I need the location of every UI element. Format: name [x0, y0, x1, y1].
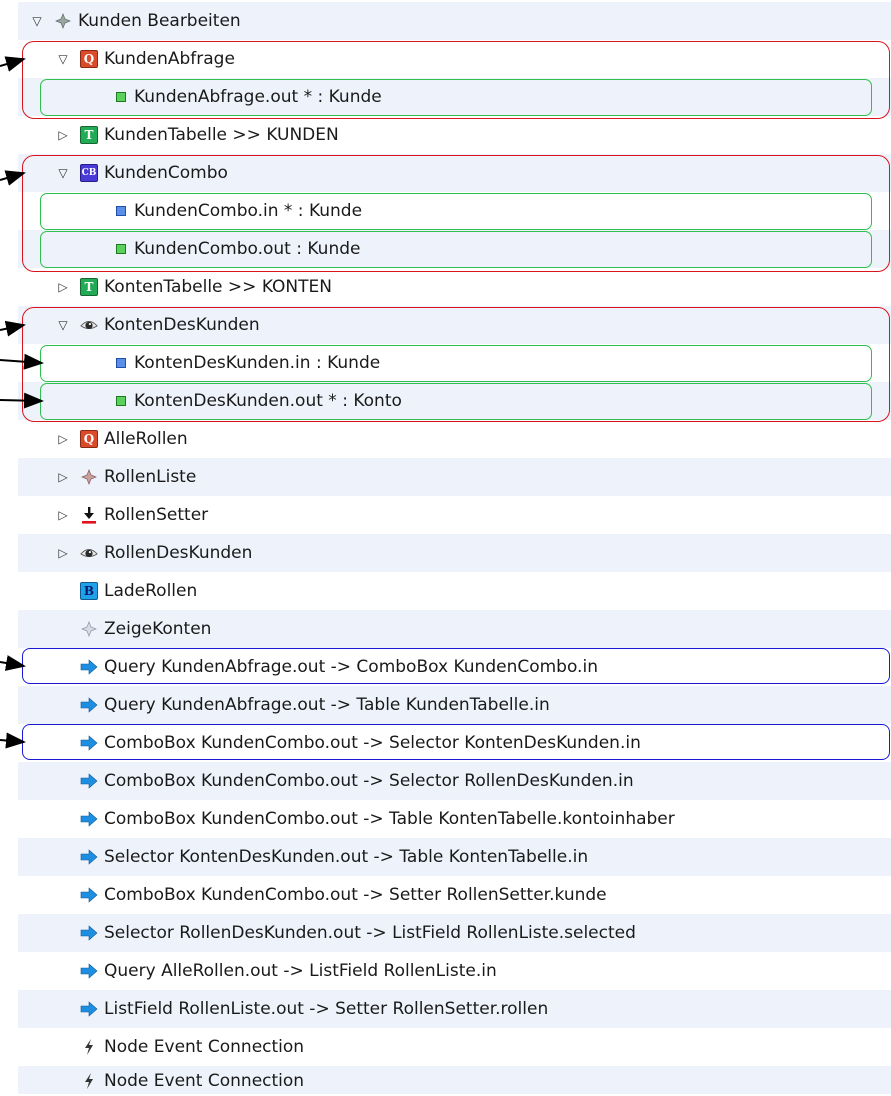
- pointer-arrow: [0, 392, 44, 409]
- pointer-arrow: [0, 56, 26, 72]
- pointer-arrow: [0, 320, 26, 337]
- pointer-arrow: [0, 732, 26, 749]
- pointer-arrows: [0, 56, 44, 749]
- pointer-arrow: [0, 655, 26, 671]
- pointer-arrow: [0, 170, 26, 186]
- outline-tree: ▽ Kunden Bearbeiten ▽ Q KundenAbfrage Ku…: [0, 0, 891, 1094]
- pointer-arrow: [0, 353, 44, 370]
